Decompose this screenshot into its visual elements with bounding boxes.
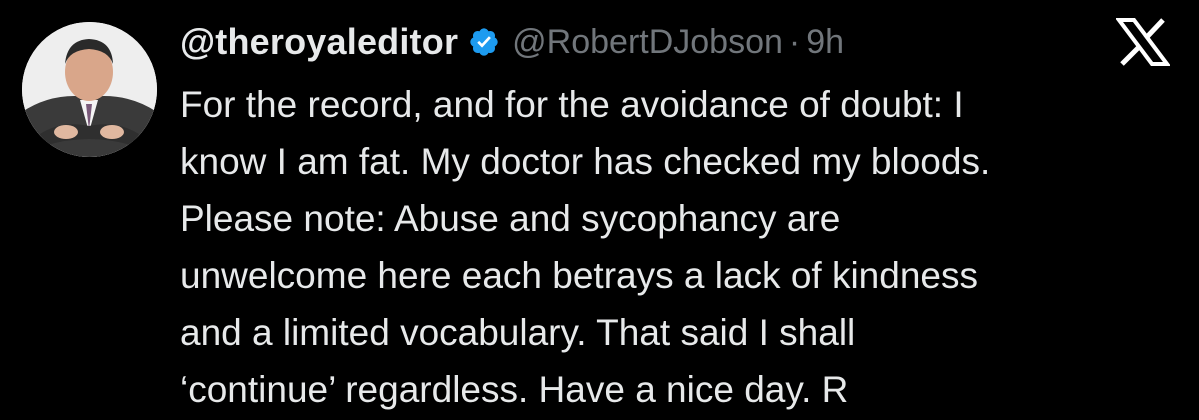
tweet-text-line: ‘continue’ regardless. Have a nice day. …	[180, 369, 849, 410]
profile-photo	[22, 22, 157, 157]
x-logo-icon[interactable]	[1116, 18, 1170, 66]
user-handle[interactable]: @RobertDJobson	[512, 23, 783, 62]
tweet-text-line: unwelcome here each betrays a lack of ki…	[180, 255, 978, 296]
display-name[interactable]: @theroyaleditor	[180, 21, 458, 63]
separator-dot: ·	[788, 22, 801, 61]
timestamp[interactable]: 9h	[806, 23, 844, 62]
tweet-header: @theroyaleditor @RobertDJobson · 9h	[180, 18, 844, 66]
verified-badge-icon	[468, 26, 500, 58]
tweet-text-line: For the record, and for the avoidance of…	[180, 84, 964, 125]
avatar[interactable]	[22, 22, 157, 157]
tweet-text-line: Please note: Abuse and sycophancy are	[180, 198, 841, 239]
tweet-text-line: and a limited vocabulary. That said I sh…	[180, 312, 856, 353]
tweet-text-line: know I am fat. My doctor has checked my …	[180, 141, 991, 182]
tweet-text: For the record, and for the avoidance of…	[180, 76, 1180, 418]
